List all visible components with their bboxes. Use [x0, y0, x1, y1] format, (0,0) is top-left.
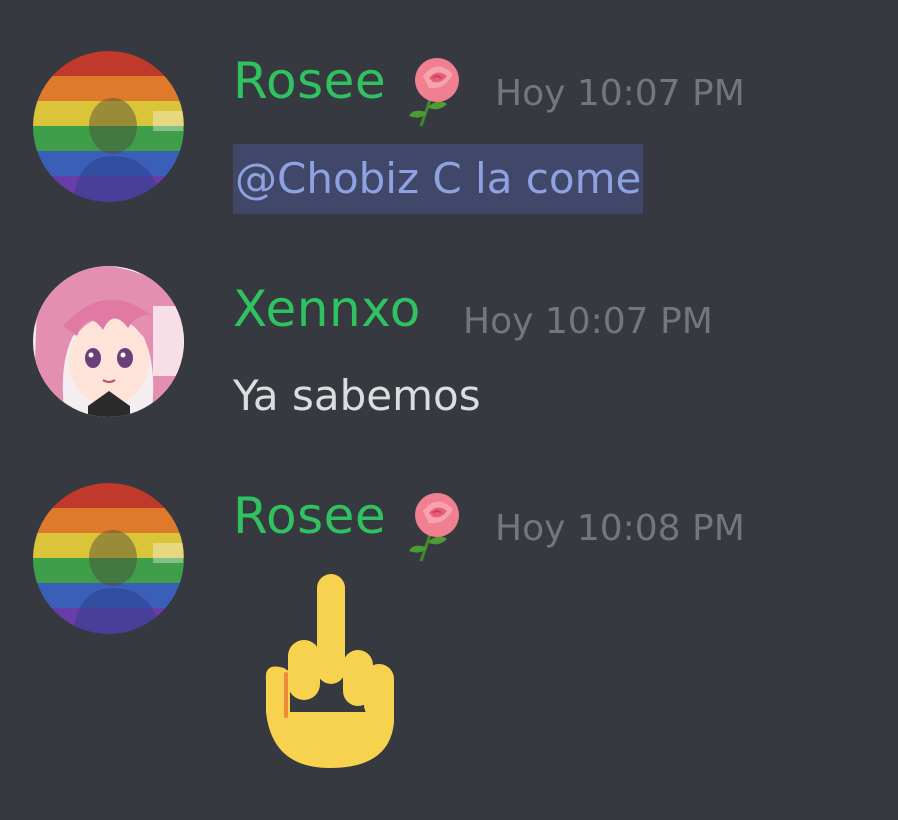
pride-flag-avatar-image [33, 483, 184, 634]
anime-pink-hair-avatar-image [33, 266, 184, 417]
message-content: @Chobiz C la come [235, 154, 642, 203]
avatar[interactable] [33, 483, 184, 634]
chat-messages: Rosee Hoy 10:07 PM @Chobiz C la come Xen… [0, 0, 898, 820]
rose-icon [409, 493, 459, 562]
timestamp: Hoy 10:07 PM [463, 301, 713, 342]
avatar[interactable] [33, 266, 184, 417]
rose-icon [409, 58, 459, 127]
username[interactable]: Rosee [233, 491, 386, 541]
mention-message[interactable]: @Chobiz C la come [233, 144, 644, 214]
message-content: Ya sabemos [233, 371, 481, 420]
middle-finger-icon [265, 574, 394, 768]
timestamp: Hoy 10:07 PM [495, 73, 745, 114]
username[interactable]: Xennxo [233, 284, 421, 334]
avatar[interactable] [33, 51, 184, 202]
timestamp: Hoy 10:08 PM [495, 508, 745, 549]
username[interactable]: Rosee [233, 56, 386, 106]
pride-flag-avatar-image [33, 51, 184, 202]
